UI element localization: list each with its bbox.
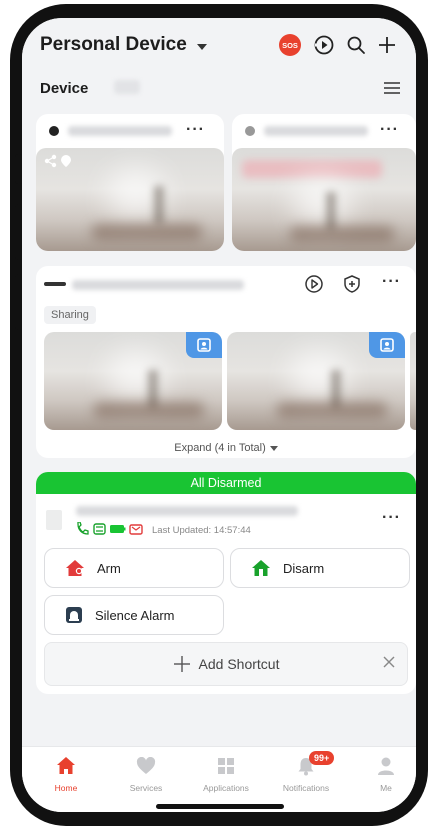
preview-blur [94, 402, 204, 418]
preview-blur [92, 224, 202, 240]
plus-icon [379, 37, 395, 53]
shared-user-icon [380, 338, 394, 352]
add-shortcut-button[interactable]: Add Shortcut [44, 642, 408, 686]
nav-label: Notifications [282, 783, 330, 793]
nvr-icon [44, 282, 66, 286]
share-icon [44, 154, 71, 168]
search-icon [347, 36, 365, 54]
grid-icon [218, 758, 234, 774]
nav-label: Services [129, 783, 163, 793]
nav-home[interactable]: Home [27, 755, 105, 793]
alarm-status-bar: All Disarmed [36, 472, 416, 494]
nav-notifications[interactable]: 99+ Notifications [267, 751, 345, 793]
person-icon [378, 757, 394, 775]
shared-device-card[interactable]: ··· Sharing Expand (4 in Total) [36, 266, 416, 458]
shared-badge [186, 332, 222, 358]
camera-preview[interactable] [36, 148, 224, 251]
nav-services[interactable]: Services [107, 755, 185, 793]
search-button[interactable] [343, 32, 369, 58]
nav-label: Me [380, 783, 392, 793]
heart-icon [136, 757, 156, 774]
top-bar: Personal Device SOS Device [22, 18, 416, 128]
expand-button[interactable]: Expand (4 in Total) [36, 442, 416, 454]
page-title: Personal Device [40, 34, 187, 55]
playback-icon [314, 35, 334, 55]
arm-button[interactable]: Arm [44, 548, 224, 588]
shared-user-icon [197, 338, 211, 352]
home-indicator[interactable] [156, 804, 284, 809]
device-name-blurred [68, 126, 172, 136]
expand-label: Expand (4 in Total) [174, 442, 266, 454]
preview-blur [242, 160, 382, 178]
alarm-device-icon [46, 510, 62, 530]
more-options-button[interactable]: ··· [186, 122, 205, 138]
camera-preview[interactable] [44, 332, 222, 430]
more-options-button[interactable]: ··· [380, 122, 399, 138]
more-options-button[interactable]: ··· [382, 510, 401, 526]
security-button[interactable] [342, 274, 362, 299]
device-group-selector[interactable]: Personal Device [40, 34, 207, 56]
siren-icon [66, 607, 82, 623]
playback-button[interactable] [311, 32, 337, 58]
arm-label: Arm [97, 560, 121, 576]
shared-badge [369, 332, 405, 358]
play-circle-icon [305, 275, 323, 293]
caret-down-icon [196, 43, 207, 50]
nav-label: Applications [203, 783, 249, 793]
section-device-tab[interactable]: Device [40, 80, 88, 97]
camera-preview[interactable] [410, 332, 416, 430]
playback-button[interactable] [304, 274, 324, 299]
silence-alarm-label: Silence Alarm [95, 607, 175, 623]
silence-alarm-button[interactable]: Silence Alarm [44, 595, 224, 635]
disarm-button[interactable]: Disarm [230, 548, 410, 588]
status-icons [77, 522, 143, 535]
camera-card[interactable]: ··· [36, 114, 224, 251]
camera-preview[interactable] [232, 148, 416, 251]
caret-down-icon [269, 445, 278, 451]
device-name-blurred [76, 506, 298, 516]
camera-card[interactable]: ··· [232, 114, 416, 251]
app-screen: Personal Device SOS Device ··· ··· ··· S… [22, 18, 416, 812]
add-device-button[interactable] [374, 32, 400, 58]
device-name-blurred [264, 126, 368, 136]
device-name-blurred [72, 280, 244, 290]
preview-blur [292, 176, 352, 226]
arm-house-icon [66, 560, 84, 576]
section-tab-blurred[interactable] [114, 80, 140, 94]
camera-preview[interactable] [227, 332, 405, 430]
shield-plus-icon [344, 275, 360, 293]
disarm-house-icon [252, 560, 270, 576]
add-shortcut-label: Add Shortcut [198, 656, 280, 672]
notification-count-badge: 99+ [309, 751, 335, 765]
preview-blur [277, 402, 387, 418]
status-dot [49, 126, 59, 136]
bottom-nav: Home Services Applications 99+ Notificat… [22, 746, 416, 812]
home-icon [57, 757, 75, 774]
close-shortcut-button[interactable] [383, 655, 395, 673]
nav-applications[interactable]: Applications [187, 755, 265, 793]
alarm-panel-card[interactable]: All Disarmed ··· Last Updated: 14:57:44 … [36, 472, 416, 694]
plus-icon [173, 656, 190, 672]
list-menu-button[interactable] [382, 80, 402, 96]
last-updated-text: Last Updated: 14:57:44 [152, 525, 251, 536]
menu-icon [384, 82, 400, 94]
sos-button[interactable]: SOS [279, 34, 301, 56]
status-dot [245, 126, 255, 136]
nav-me[interactable]: Me [347, 755, 416, 793]
close-icon [383, 656, 395, 668]
nav-label: Home [54, 783, 78, 793]
sharing-tag: Sharing [44, 306, 96, 324]
preview-blur [290, 226, 394, 242]
disarm-label: Disarm [283, 560, 325, 576]
preview-blur [326, 192, 336, 230]
preview-blur [154, 186, 164, 224]
more-options-button[interactable]: ··· [382, 274, 401, 290]
